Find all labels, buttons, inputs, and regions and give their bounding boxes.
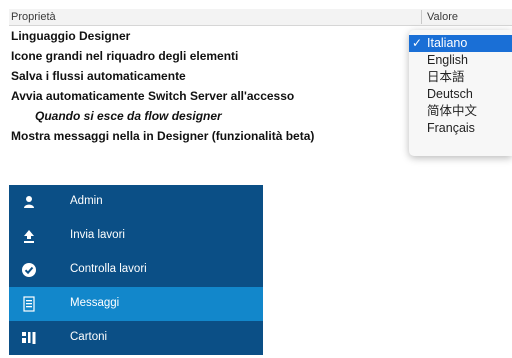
column-header-property[interactable]: Proprietà [11, 11, 56, 23]
language-option-label: 简体中文 [427, 104, 478, 118]
language-option-japanese[interactable]: 日本語 [409, 69, 512, 86]
language-option-label: Italiano [427, 36, 468, 50]
grid-folders-icon [22, 332, 36, 344]
nav-item-label: Invia lavori [70, 229, 125, 241]
language-option-label: English [427, 53, 468, 67]
language-option-italiano[interactable]: ✓ Italiano [409, 35, 512, 52]
check-circle-icon [22, 263, 36, 277]
language-option-label: 日本語 [427, 70, 465, 84]
language-option-francais[interactable]: Français [409, 120, 512, 137]
nav-item-label: Controlla lavori [70, 263, 147, 275]
language-option-label: Français [427, 121, 475, 135]
preference-row-on-designer-exit[interactable]: Quando si esce da flow designer [35, 107, 222, 126]
nav-item-cartoni[interactable]: Cartoni [9, 321, 263, 355]
document-lines-icon [23, 296, 35, 312]
preference-row-large-icons[interactable]: Icone grandi nel riquadro degli elementi [11, 47, 238, 66]
column-divider[interactable] [421, 10, 422, 24]
preference-row-show-messages[interactable]: Mostra messaggi nella in Designer (funzi… [11, 127, 314, 146]
language-option-english[interactable]: English [409, 52, 512, 69]
preference-row-autostart-server[interactable]: Avvia automaticamente Switch Server all'… [11, 87, 294, 106]
preference-row-autosave-flows[interactable]: Salva i flussi automaticamente [11, 67, 186, 86]
nav-item-messaggi[interactable]: Messaggi [9, 287, 263, 321]
nav-item-label: Messaggi [70, 297, 120, 309]
language-option-deutsch[interactable]: Deutsch [409, 86, 512, 103]
nav-item-label: Admin [70, 195, 103, 207]
nav-item-admin[interactable]: Admin [9, 185, 263, 219]
checkmark-icon: ✓ [412, 36, 423, 50]
nav-item-invia-lavori[interactable]: Invia lavori [9, 219, 263, 253]
preference-row-designer-language[interactable]: Linguaggio Designer [11, 27, 130, 46]
column-header-value[interactable]: Valore [427, 11, 458, 23]
navigation-menu: Admin Invia lavori Controlla lavori Mess… [9, 185, 263, 355]
language-dropdown-menu: ✓ Italiano English 日本語 Deutsch 简体中文 Fran… [409, 30, 512, 156]
table-header: Proprietà Valore [9, 9, 512, 26]
nav-item-label: Cartoni [70, 331, 108, 343]
user-icon [24, 196, 34, 208]
language-option-label: Deutsch [427, 87, 473, 101]
upload-icon [24, 230, 34, 243]
language-option-chinese[interactable]: 简体中文 [409, 103, 512, 120]
nav-item-controlla-lavori[interactable]: Controlla lavori [9, 253, 263, 287]
